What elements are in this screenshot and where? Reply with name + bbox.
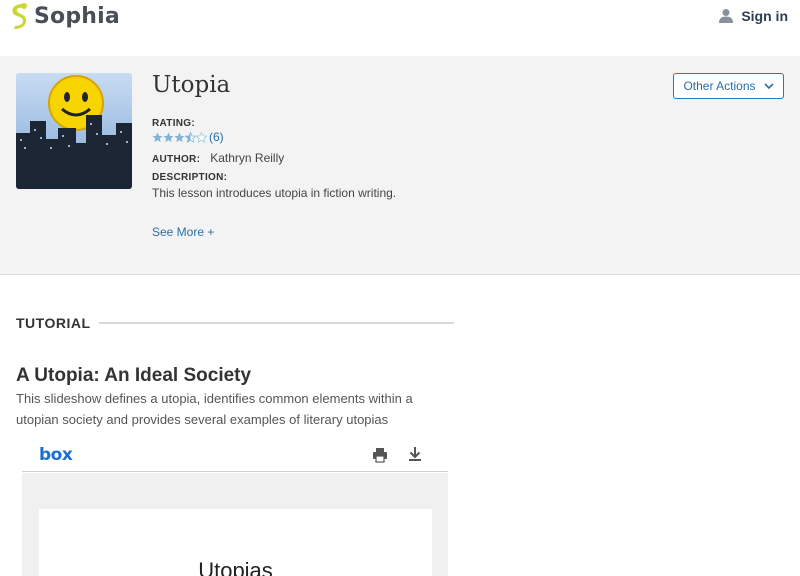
print-icon[interactable] bbox=[372, 447, 388, 463]
heading-divider bbox=[98, 322, 454, 324]
sign-in-label: Sign in bbox=[741, 8, 788, 24]
sophia-logo-icon bbox=[12, 3, 27, 29]
description-label: DESCRIPTION: bbox=[152, 172, 228, 183]
see-more-link[interactable]: See More + bbox=[152, 225, 214, 239]
box-logo[interactable]: box bbox=[39, 445, 73, 465]
author-row: AUTHOR: Kathryn Reilly bbox=[152, 151, 284, 165]
tutorial-heading: TUTORIAL bbox=[16, 315, 454, 331]
resource-title: Utopia bbox=[152, 72, 231, 98]
rating-label: RATING: bbox=[152, 118, 196, 129]
star-filled-icon bbox=[163, 131, 174, 142]
resource-info-panel: Utopia RATING: (6) AUTHOR: Kathryn Reill… bbox=[0, 56, 800, 275]
download-icon[interactable] bbox=[407, 446, 423, 462]
author-name: Kathryn Reilly bbox=[210, 151, 285, 165]
tutorial-heading-label: TUTORIAL bbox=[16, 315, 91, 331]
smiley-city-image bbox=[16, 73, 132, 189]
brand-name: Sophia bbox=[34, 3, 120, 29]
lesson-description: This slideshow defines a utopia, identif… bbox=[16, 391, 413, 427]
star-filled-icon bbox=[152, 131, 163, 142]
star-filled-icon bbox=[174, 131, 185, 142]
box-document-viewer: box Utopias bbox=[22, 438, 448, 576]
chevron-down-icon bbox=[763, 82, 774, 89]
author-label: AUTHOR: bbox=[152, 154, 201, 165]
lesson-title: A Utopia: An Ideal Society bbox=[16, 365, 252, 386]
viewer-toolbar: box bbox=[22, 438, 448, 472]
slide-page: Utopias bbox=[39, 509, 432, 576]
rating-count[interactable]: (6) bbox=[209, 130, 224, 144]
slide-title: Utopias bbox=[198, 558, 273, 576]
star-half-icon bbox=[185, 131, 196, 143]
sign-in-link[interactable]: Sign in bbox=[719, 8, 788, 24]
sophia-logo[interactable]: Sophia bbox=[9, 2, 120, 30]
resource-thumbnail bbox=[16, 73, 132, 189]
star-empty-icon bbox=[196, 131, 207, 143]
viewer-canvas[interactable]: Utopias bbox=[22, 473, 448, 576]
rating-stars bbox=[152, 131, 207, 143]
top-navigation-bar: Sophia Sign in bbox=[0, 0, 800, 56]
other-actions-dropdown[interactable]: Other Actions bbox=[673, 73, 784, 99]
other-actions-label: Other Actions bbox=[683, 79, 756, 93]
user-icon bbox=[719, 9, 734, 23]
rating[interactable]: (6) bbox=[152, 130, 224, 144]
resource-description: This lesson introduces utopia in fiction… bbox=[152, 186, 397, 200]
